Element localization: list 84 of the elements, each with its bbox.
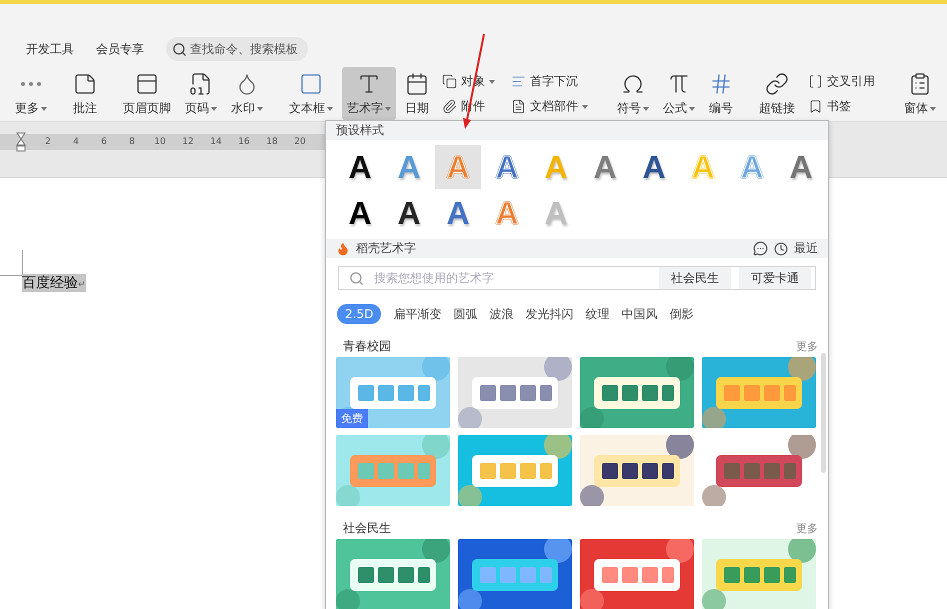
ruler-number: 2	[44, 137, 52, 147]
caret-icon	[257, 106, 263, 110]
text-box-icon	[299, 72, 323, 96]
ribbon-button[interactable]: 公式	[658, 67, 700, 120]
caret-icon	[489, 80, 495, 84]
section-title: 预设样式	[336, 122, 384, 139]
caret-icon	[385, 106, 391, 110]
search-icon	[349, 270, 364, 286]
clock-icon	[774, 242, 788, 256]
indent-marker-icon	[16, 132, 26, 152]
free-badge: 免费	[336, 409, 368, 428]
search-field[interactable]: 搜索您想使用的艺术字 社会民生 可爱卡通	[338, 266, 816, 290]
wordart-style[interactable]: A	[386, 191, 432, 235]
ruler-number: 16	[237, 137, 251, 147]
ribbon-button[interactable]: 水印	[226, 67, 268, 120]
wordart-style[interactable]: A	[435, 191, 481, 235]
category-tab[interactable]: 圆弧	[453, 304, 478, 324]
ribbon-button[interactable]: 更多	[10, 67, 52, 120]
ruler-number: 10	[153, 137, 167, 147]
document-icon	[511, 99, 526, 114]
category-tab[interactable]: 扁平渐变	[393, 304, 442, 324]
ribbon-button[interactable]: 日期	[400, 67, 434, 120]
category-tab[interactable]: 波浪	[489, 304, 514, 324]
bookmark-icon	[808, 99, 823, 114]
category-tab[interactable]: 发光抖闪	[525, 304, 574, 324]
ribbon-button[interactable]: 页眉页脚	[118, 67, 176, 120]
command-search-field[interactable]: 查找命令、搜索模板	[166, 37, 308, 61]
caret-icon	[643, 106, 649, 110]
search-icon	[172, 42, 187, 56]
category-tab[interactable]: 倒影	[669, 304, 694, 324]
caret-icon	[582, 104, 588, 108]
paperclip-icon	[442, 99, 457, 114]
section-title: 社会民生	[343, 520, 391, 537]
wordart-style[interactable]: A	[337, 191, 383, 235]
flame-icon	[336, 242, 350, 256]
section-title: 稻壳艺术字	[356, 240, 416, 257]
caret-icon	[689, 106, 695, 110]
more-link[interactable]: 更多	[796, 521, 818, 536]
wordart-style[interactable]: A	[582, 145, 628, 189]
wordart-style[interactable]: A	[337, 145, 383, 189]
more-link[interactable]: 更多	[796, 339, 818, 354]
ribbon-button[interactable]: 超链接	[754, 67, 800, 120]
wordart-style[interactable]: A	[631, 145, 677, 189]
category-tab[interactable]: 纹理	[585, 304, 610, 324]
ribbon-button[interactable]: 文档部件	[509, 96, 590, 117]
recent-link[interactable]: 最近	[794, 240, 818, 257]
ruler-number: 12	[181, 137, 195, 147]
ribbon-button[interactable]: 页码	[180, 67, 222, 120]
section-title: 青春校园	[343, 338, 391, 355]
ribbon-button[interactable]: 文本框	[284, 67, 338, 120]
dots-icon	[21, 82, 41, 86]
category-tab[interactable]: 中国风	[621, 304, 658, 324]
tag-button[interactable]: 可爱卡通	[739, 267, 811, 289]
menu-tab[interactable]: 开发工具	[26, 36, 74, 62]
scrollbar[interactable]	[821, 353, 826, 473]
ruler-number: 8	[128, 137, 136, 147]
chat-icon[interactable]	[753, 241, 768, 256]
note-icon	[73, 72, 97, 96]
brackets-icon	[808, 74, 823, 89]
caret-icon	[930, 106, 936, 110]
ribbon-button[interactable]: 首字下沉	[509, 71, 590, 92]
ruler-number: 4	[72, 137, 80, 147]
ribbon-button[interactable]: 批注	[68, 67, 102, 120]
tag-button[interactable]: 社会民生	[659, 267, 731, 289]
ruler-number: 18	[265, 137, 279, 147]
object-icon	[442, 74, 457, 89]
document-text: 百度经验↵	[22, 274, 86, 292]
link-icon	[765, 72, 789, 96]
ribbon-button[interactable]: 窗体	[899, 67, 941, 120]
menu-tab[interactable]: 会员专享	[96, 36, 144, 62]
caret-icon	[41, 106, 47, 110]
ribbon-button[interactable]: 书签	[806, 96, 877, 117]
ribbon-button[interactable]: 交叉引用	[806, 71, 877, 92]
caret-icon	[327, 106, 333, 110]
wordart-style[interactable]: A	[778, 145, 824, 189]
ruler-number: 14	[209, 137, 223, 147]
ruler-number: 20	[293, 137, 307, 147]
ribbon-button[interactable]: 编号	[704, 67, 738, 120]
ribbon-button[interactable]: 符号	[612, 67, 654, 120]
page-header-icon	[135, 72, 159, 96]
ribbon-button[interactable]: 艺术字	[342, 67, 396, 120]
ruler-number: 6	[100, 137, 108, 147]
calendar-icon	[405, 72, 429, 96]
caret-icon	[211, 106, 217, 110]
